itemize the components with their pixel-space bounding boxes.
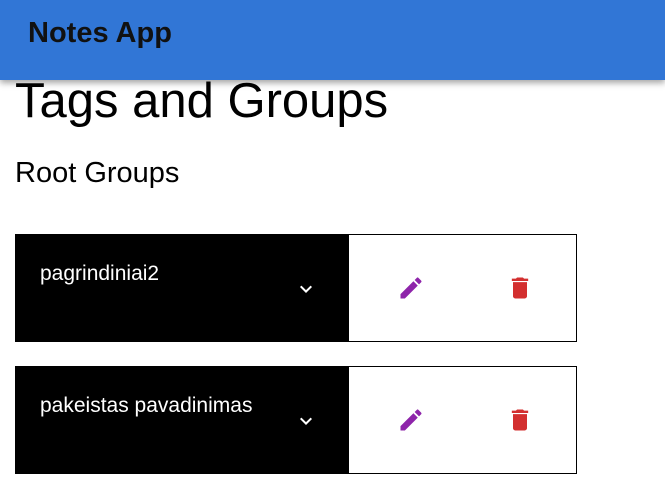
- group-expand-toggle[interactable]: pakeistas pavadinimas: [16, 367, 349, 473]
- edit-group-button[interactable]: [396, 405, 426, 435]
- trash-icon: [511, 277, 529, 299]
- group-name: pakeistas pavadinimas: [40, 394, 253, 417]
- section-title: Root Groups: [15, 157, 180, 189]
- chevron-down-icon: [300, 417, 312, 425]
- pencil-icon: [400, 409, 422, 431]
- app-bar: Notes App: [0, 0, 665, 80]
- delete-group-button[interactable]: [505, 273, 535, 303]
- group-expand-toggle[interactable]: pagrindiniai2: [16, 235, 349, 341]
- app-title: Notes App: [28, 17, 172, 49]
- delete-group-button[interactable]: [505, 405, 535, 435]
- pencil-icon: [400, 277, 422, 299]
- edit-group-button[interactable]: [396, 273, 426, 303]
- page-title: Tags and Groups: [15, 74, 389, 128]
- group-row: pagrindiniai2: [15, 234, 577, 342]
- group-name: pagrindiniai2: [40, 262, 160, 285]
- group-row: pakeistas pavadinimas: [15, 366, 577, 474]
- chevron-down-icon: [300, 285, 312, 293]
- trash-icon: [511, 409, 529, 431]
